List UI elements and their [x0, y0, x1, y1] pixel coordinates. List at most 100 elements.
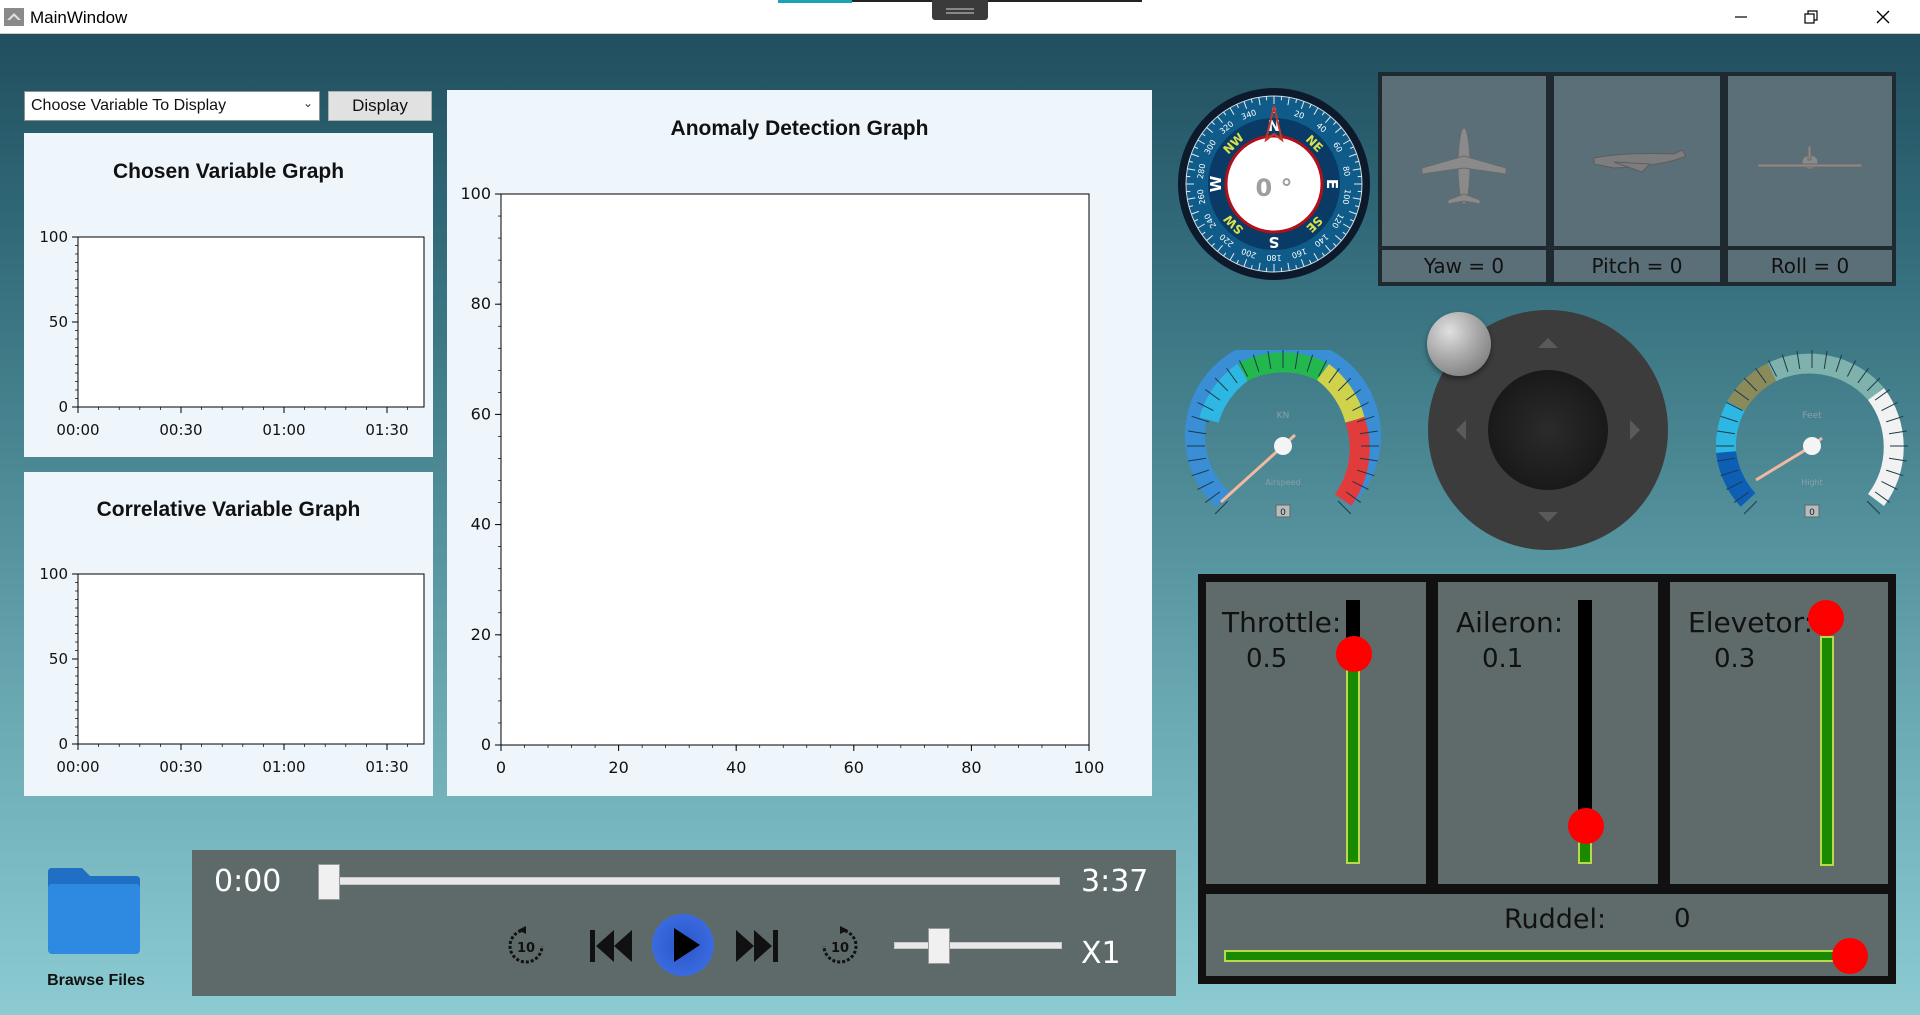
x-tick-label: 00:00	[56, 421, 99, 439]
arrow-up-icon	[1538, 338, 1558, 348]
minimize-icon	[1735, 16, 1747, 18]
variable-select-value: Choose Variable To Display	[31, 97, 227, 114]
y-tick-label: 0	[481, 735, 491, 754]
window-title: MainWindow	[30, 8, 128, 27]
skip-back-icon	[590, 930, 595, 962]
rudder-knob[interactable]	[1832, 938, 1868, 974]
skip-back-button[interactable]	[588, 926, 634, 966]
forward-10-button[interactable]: 10	[818, 924, 862, 968]
airplane-top-icon	[1421, 127, 1507, 205]
flight-controls-panel: Throttle: 0.5 Aileron: 0.1 Elevetor: 0.3…	[1198, 574, 1896, 984]
compass-direction-label: S	[1269, 233, 1280, 251]
altitude-hub	[1803, 437, 1821, 455]
divider	[852, 0, 1142, 2]
y-tick-label: 0	[58, 398, 68, 416]
altitude-needle	[1755, 444, 1813, 482]
x-tick-label: 00:30	[159, 758, 202, 776]
pitch-view: Pitch = 0	[1550, 72, 1724, 286]
browse-files-label: Brawse Files	[47, 972, 145, 989]
media-player: 0:00 3:37 10 10 X1	[192, 850, 1176, 996]
throttle-label: Throttle:	[1222, 606, 1342, 639]
folder-icon	[48, 868, 140, 954]
joystick-knob[interactable]	[1427, 312, 1491, 376]
x-tick-label: 01:00	[262, 758, 305, 776]
gauge-tick	[1866, 500, 1881, 515]
compass-direction-label: E	[1323, 179, 1341, 189]
correlative-variable-chart: 100 50 0 00:00 00:30 01:00 01:30	[39, 565, 425, 776]
x-tick-label: 01:30	[365, 758, 408, 776]
x-tick-label: 60	[844, 758, 864, 777]
title-bar: MainWindow	[0, 0, 1920, 34]
x-tick-label: 01:30	[365, 421, 408, 439]
aileron-label: Aileron:	[1456, 606, 1564, 639]
anomaly-detection-panel: Anomaly Detection Graph 100 80 60 40 20 0 0 20 4…	[447, 90, 1152, 796]
x-tick-label: 0	[496, 758, 506, 777]
rudder-value: 0	[1674, 904, 1691, 934]
arrow-down-icon	[1538, 512, 1558, 522]
x-tick-label: 00:00	[56, 758, 99, 776]
drag-handle[interactable]	[932, 0, 988, 20]
browse-files-button[interactable]: Brawse Files	[40, 866, 150, 996]
rudder-label: Ruddel:	[1504, 904, 1607, 935]
elevator-knob[interactable]	[1808, 600, 1844, 636]
y-tick-label: 60	[471, 404, 491, 423]
total-time: 3:37	[1081, 864, 1149, 899]
gauge-tick	[1743, 500, 1758, 515]
roll-label: Roll = 0	[1770, 254, 1850, 278]
throttle-fill	[1346, 666, 1360, 864]
speed-thumb[interactable]	[928, 928, 950, 964]
restore-button[interactable]	[1776, 0, 1846, 34]
rudder-panel: Ruddel: 0	[1206, 894, 1888, 976]
compass-direction-label: W	[1207, 175, 1225, 192]
airspeed-needle	[1219, 444, 1285, 504]
play-icon	[674, 928, 700, 962]
y-tick-label: 40	[471, 515, 491, 534]
y-tick-label: 20	[471, 625, 491, 644]
close-button[interactable]	[1848, 0, 1918, 34]
svg-text:10: 10	[517, 941, 535, 956]
y-tick-label: 100	[39, 228, 68, 246]
chosen-variable-chart: 100 50 0 00:00 00:30 01:00 01:30	[39, 228, 425, 439]
play-button[interactable]	[652, 914, 714, 976]
compass-degree-label: 80	[1341, 165, 1352, 177]
arrow-left-icon	[1456, 420, 1466, 440]
progress-track[interactable]	[322, 877, 1060, 885]
airplane-side-icon	[1593, 149, 1687, 173]
progress-thumb[interactable]	[318, 864, 340, 900]
rewind-10-button[interactable]: 10	[504, 924, 548, 968]
x-tick-label: 40	[726, 758, 746, 777]
display-button[interactable]: Display	[328, 91, 432, 121]
correlative-variable-panel: Correlative Variable Graph 100 50 0 00:00 00…	[24, 472, 433, 796]
altitude-gauge: Feet Hight 0	[1715, 350, 1908, 518]
pitch-label: Pitch = 0	[1591, 254, 1683, 278]
chevron-down-icon: ⌄	[302, 96, 313, 110]
arrow-right-icon	[1630, 420, 1640, 440]
throttle-value: 0.5	[1246, 644, 1288, 674]
altitude-value: 0	[1809, 508, 1815, 518]
variable-select[interactable]: Choose Variable To Display ⌄	[24, 91, 320, 121]
airplane-front-icon	[1757, 145, 1863, 170]
airspeed-value: 0	[1280, 508, 1286, 518]
skip-forward-button[interactable]	[734, 926, 780, 966]
aileron-knob[interactable]	[1568, 808, 1604, 844]
rudder-fill	[1224, 950, 1836, 962]
minimize-button[interactable]	[1706, 0, 1776, 34]
chosen-variable-panel: Chosen Variable Graph 100 50 0 00:00 00:30 01…	[24, 133, 433, 457]
throttle-knob[interactable]	[1336, 636, 1372, 672]
elevator-panel: Elevetor: 0.3	[1670, 582, 1888, 884]
anomaly-detection-chart: 100 80 60 40 20 00 20 40 60 80 100	[460, 184, 1104, 777]
altitude-unit: Feet	[1802, 411, 1822, 421]
y-tick-label: 0	[58, 735, 68, 753]
compass-gauge: 0 204060801001201401601802002202402602803…	[1178, 88, 1370, 280]
x-tick-label: 01:00	[262, 421, 305, 439]
elevator-label: Elevetor:	[1688, 606, 1814, 639]
y-tick-label: 80	[471, 294, 491, 313]
throttle-panel: Throttle: 0.5	[1206, 582, 1426, 884]
x-tick-label: 80	[961, 758, 981, 777]
y-tick-label: 100	[460, 184, 491, 203]
roll-view: Roll = 0	[1724, 72, 1896, 286]
x-tick-label: 20	[608, 758, 628, 777]
speed-track[interactable]	[894, 942, 1062, 949]
airspeed-unit: KN	[1277, 411, 1290, 421]
svg-text:10: 10	[831, 941, 849, 956]
